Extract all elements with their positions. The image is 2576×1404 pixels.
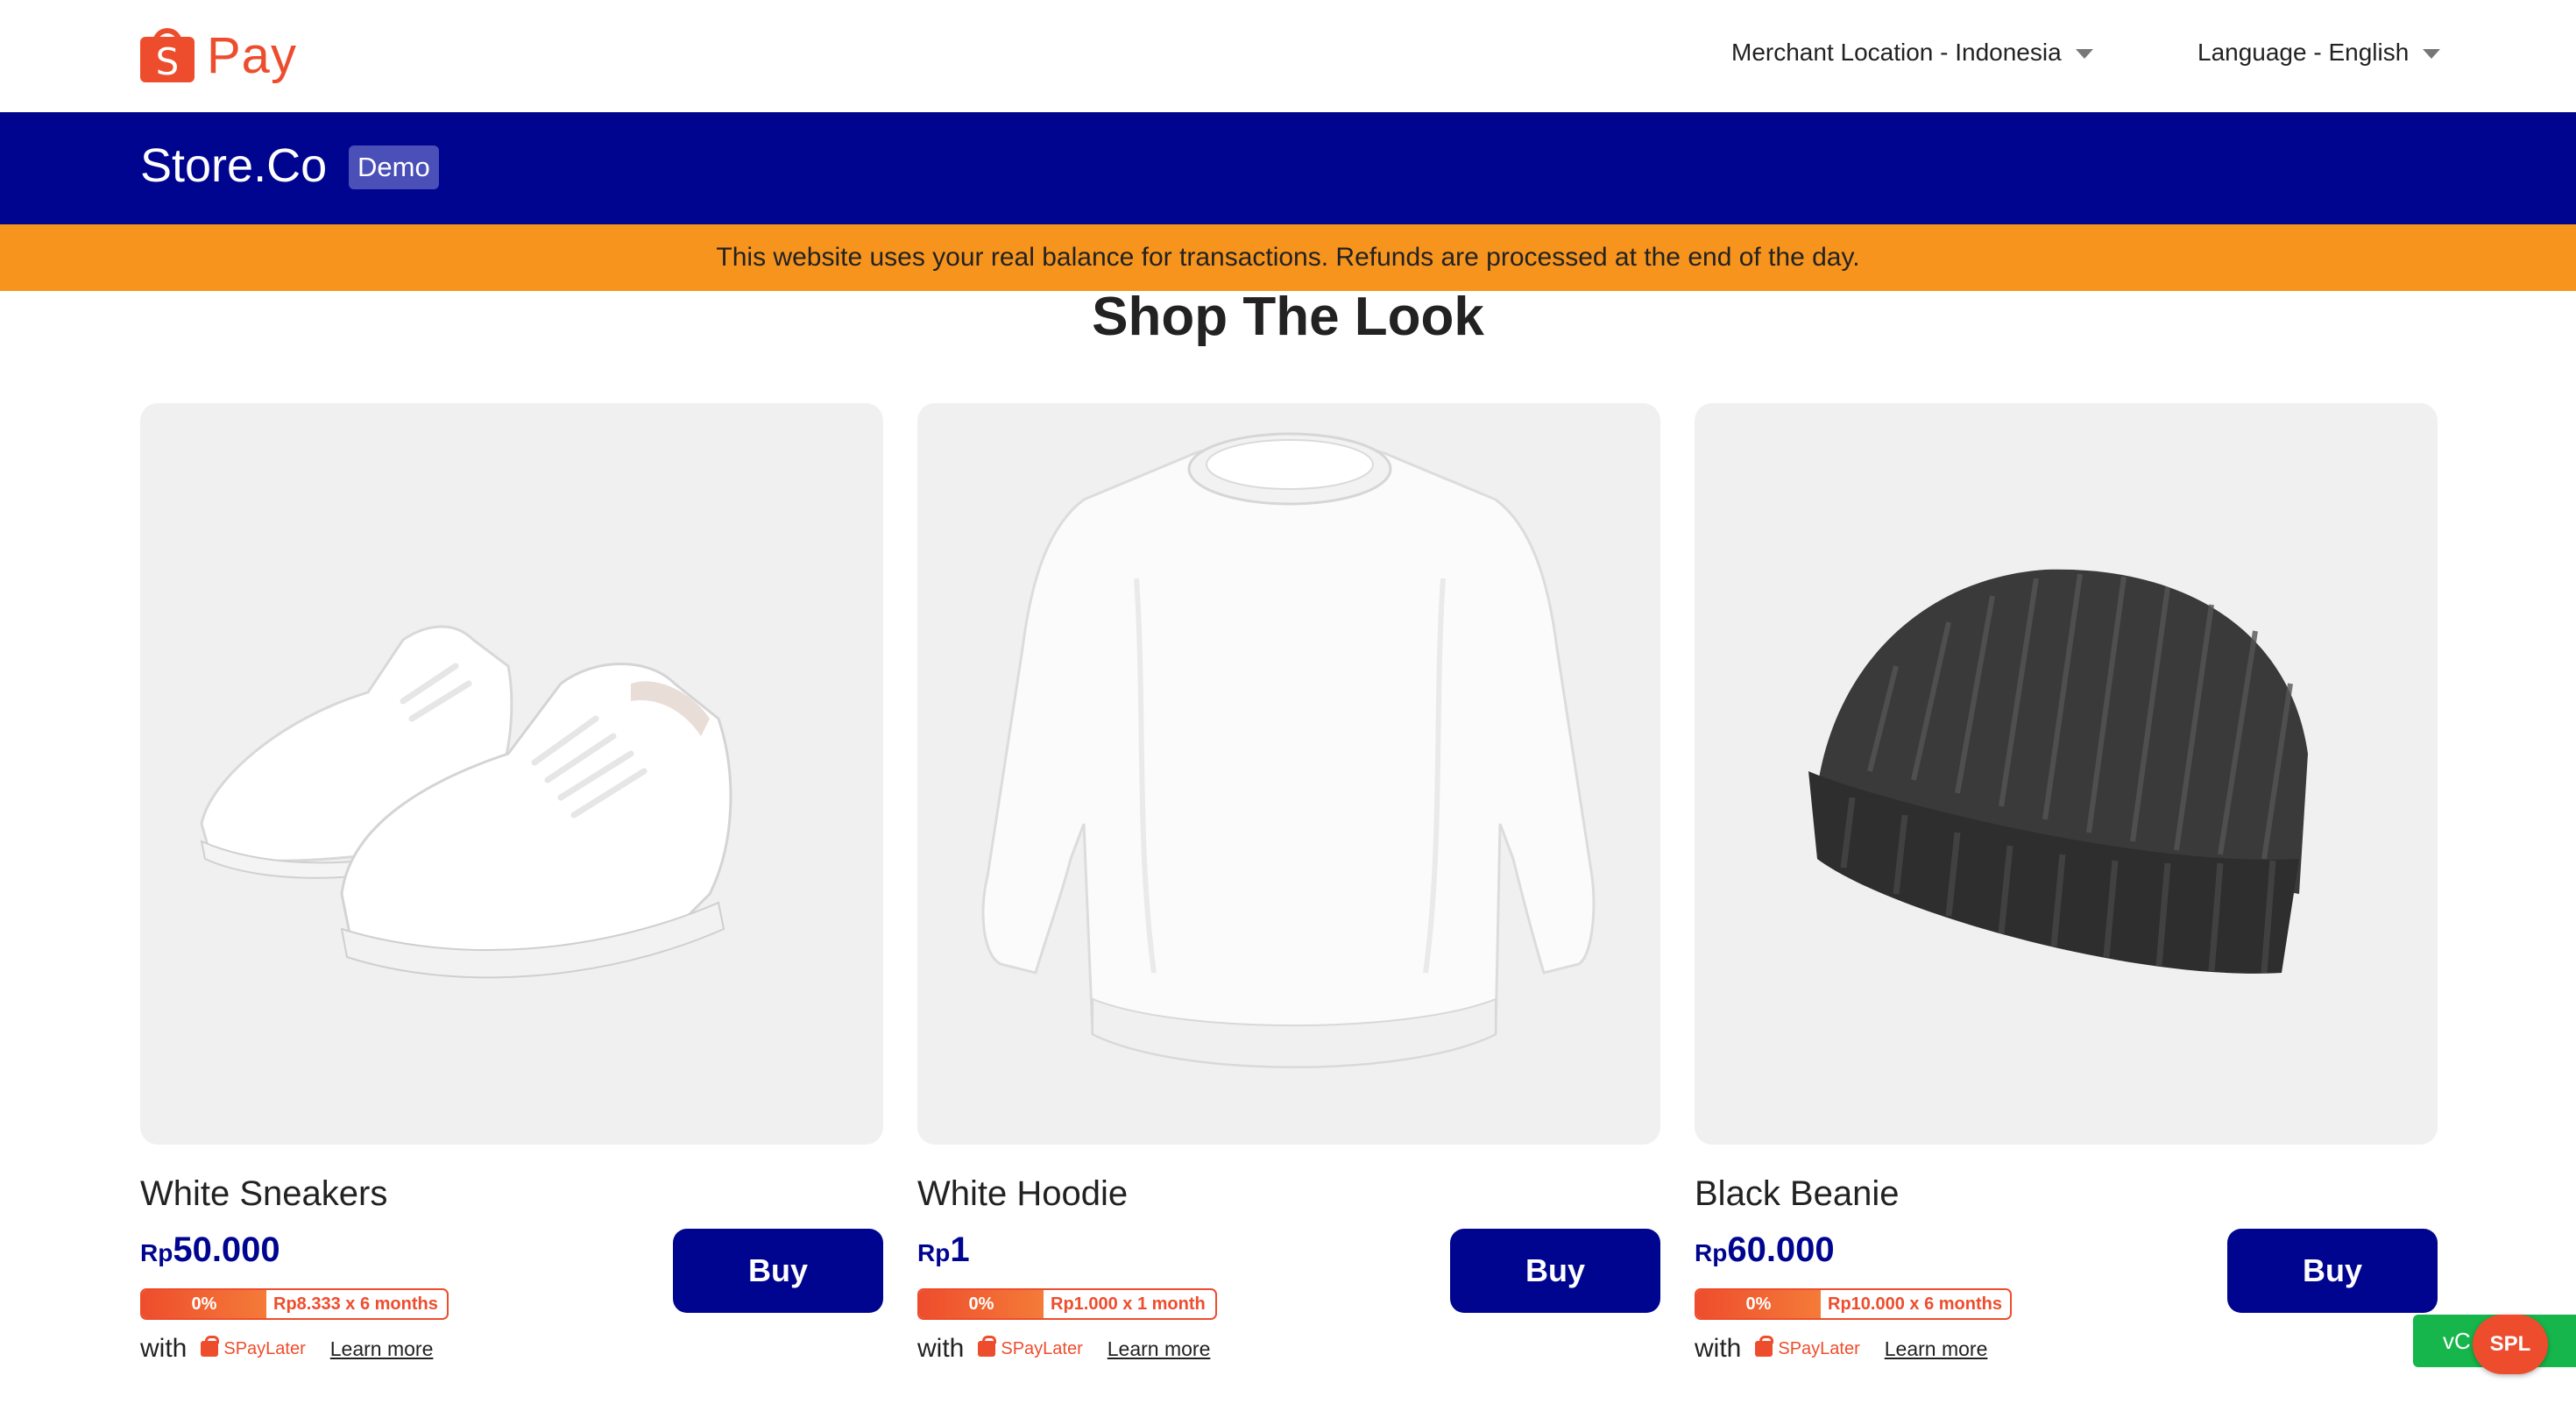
- spaylater-label: SPayLater: [1778, 1338, 1860, 1358]
- paylater-row: with SPayLater Learn more: [1695, 1334, 1987, 1364]
- price-currency: Rp: [1695, 1239, 1728, 1266]
- buy-button[interactable]: Buy: [1450, 1229, 1660, 1313]
- product-card-beanie: Black Beanie Rp 60.000 0% Rp10.000 x 6 m…: [1695, 403, 2438, 1363]
- installment-badge: 0% Rp8.333 x 6 months: [140, 1288, 449, 1320]
- chevron-down-icon: [2075, 48, 2093, 59]
- learn-more-link[interactable]: Learn more: [1885, 1337, 1988, 1361]
- product-price: Rp 1: [917, 1230, 970, 1270]
- with-label: with: [1695, 1334, 1742, 1363]
- price-amount: 50.000: [173, 1230, 280, 1269]
- learn-more-link[interactable]: Learn more: [330, 1337, 434, 1361]
- product-name: White Sneakers: [140, 1174, 388, 1213]
- interest-rate: 0%: [142, 1290, 266, 1318]
- spaylater-logo: SPayLater: [1755, 1336, 1860, 1359]
- store-bar: Store.Co Demo: [0, 112, 2576, 224]
- price-amount: 60.000: [1727, 1230, 1835, 1269]
- product-image-beanie[interactable]: [1695, 403, 2438, 1145]
- with-label: with: [140, 1334, 188, 1363]
- paylater-row: with SPayLater Learn more: [140, 1334, 433, 1364]
- sweatshirt-icon: [981, 432, 1596, 1068]
- language-select[interactable]: Language - English: [2197, 39, 2441, 67]
- interest-rate: 0%: [1696, 1290, 1821, 1318]
- buy-button[interactable]: Buy: [673, 1229, 883, 1313]
- shopping-bag-icon: S: [140, 28, 195, 83]
- shopeepay-logo[interactable]: S Pay: [140, 23, 297, 88]
- demo-badge: Demo: [349, 145, 439, 189]
- spl-floating-button[interactable]: SPL: [2473, 1315, 2548, 1374]
- sneakers-icon: [200, 625, 732, 979]
- spaylater-label: SPayLater: [223, 1338, 306, 1358]
- installment-plan: Rp8.333 x 6 months: [266, 1290, 443, 1318]
- with-label: with: [917, 1334, 965, 1363]
- paylater-row: with SPayLater Learn more: [917, 1334, 1210, 1364]
- shopping-bag-icon: [978, 1336, 997, 1357]
- spaylater-logo: SPayLater: [201, 1336, 306, 1359]
- section-title: Shop The Look: [1092, 287, 1484, 347]
- chevron-down-icon: [2423, 48, 2441, 59]
- beanie-icon: [1808, 569, 2308, 974]
- spaylater-logo: SPayLater: [978, 1336, 1083, 1359]
- banner-text: This website uses your real balance for …: [716, 243, 1860, 272]
- language-label: Language - English: [2197, 39, 2410, 66]
- product-name: White Hoodie: [917, 1174, 1129, 1213]
- product-image-hoodie[interactable]: [917, 403, 1660, 1145]
- logo-text: Pay: [207, 26, 297, 84]
- installment-plan: Rp1.000 x 1 month: [1044, 1290, 1211, 1318]
- shopping-bag-icon: [201, 1336, 220, 1357]
- top-header: S Pay Merchant Location - Indonesia Lang…: [0, 0, 2576, 112]
- product-card-hoodie: White Hoodie Rp 1 0% Rp1.000 x 1 month w…: [917, 403, 1660, 1363]
- learn-more-link[interactable]: Learn more: [1108, 1337, 1211, 1361]
- installment-plan: Rp10.000 x 6 months: [1821, 1290, 2007, 1318]
- price-amount: 1: [950, 1230, 970, 1269]
- shopping-bag-icon: [1755, 1336, 1774, 1357]
- spaylater-label: SPayLater: [1001, 1338, 1083, 1358]
- price-currency: Rp: [917, 1239, 951, 1266]
- product-price: Rp 50.000: [140, 1230, 280, 1270]
- merchant-location-label: Merchant Location - Indonesia: [1731, 39, 2062, 66]
- warning-banner: This website uses your real balance for …: [0, 224, 2576, 291]
- product-image-sneakers[interactable]: [140, 403, 883, 1145]
- interest-rate: 0%: [919, 1290, 1044, 1318]
- merchant-location-select[interactable]: Merchant Location - Indonesia: [1731, 39, 2093, 67]
- product-price: Rp 60.000: [1695, 1230, 1835, 1270]
- installment-badge: 0% Rp1.000 x 1 month: [917, 1288, 1217, 1320]
- product-card-sneakers: White Sneakers Rp 50.000 0% Rp8.333 x 6 …: [140, 403, 883, 1363]
- product-name: Black Beanie: [1695, 1174, 1900, 1213]
- installment-badge: 0% Rp10.000 x 6 months: [1695, 1288, 2012, 1320]
- store-name: Store.Co: [140, 139, 328, 192]
- buy-button[interactable]: Buy: [2227, 1229, 2438, 1313]
- price-currency: Rp: [140, 1239, 173, 1266]
